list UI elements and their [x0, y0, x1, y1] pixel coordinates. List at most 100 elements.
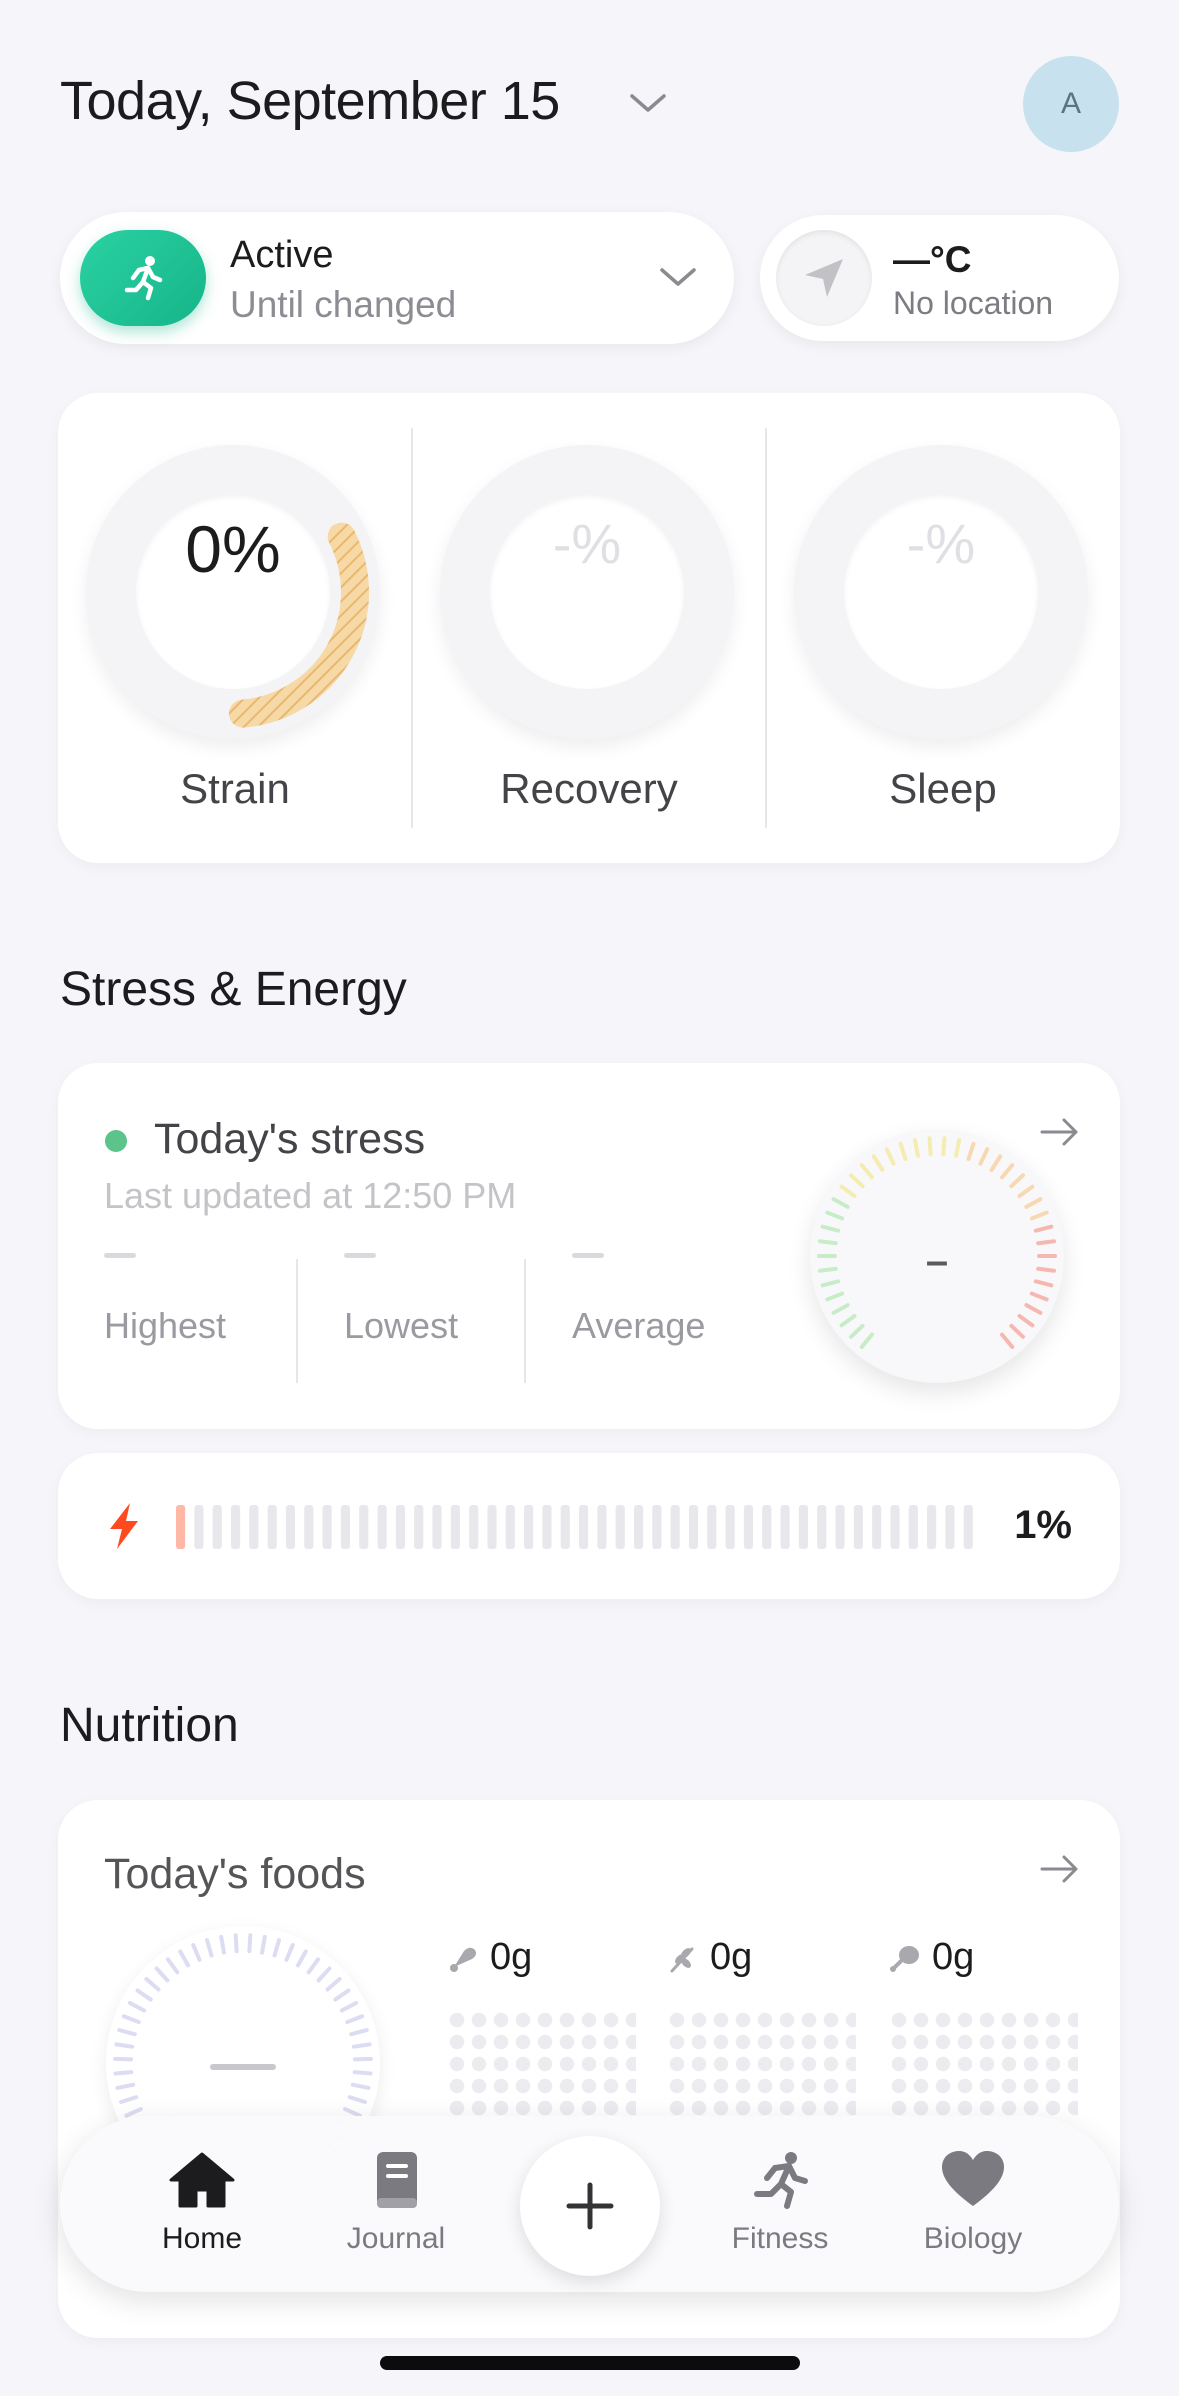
energy-bar: [414, 1505, 424, 1549]
stat-label: Average: [572, 1305, 706, 1346]
page-title[interactable]: Today, September 15: [60, 70, 560, 132]
energy-bar: [707, 1505, 717, 1549]
energy-bar: [835, 1505, 845, 1549]
energy-bar: [395, 1505, 405, 1549]
energy-bar: [579, 1505, 589, 1549]
energy-bar: [652, 1505, 662, 1549]
energy-bar: [267, 1505, 277, 1549]
energy-bar: [212, 1505, 222, 1549]
stat-label: Lowest: [344, 1305, 459, 1346]
sleep-ring: [794, 445, 1088, 739]
carbs-icon: [670, 1947, 694, 1972]
tab-bar: Home Journal Fitness Biology: [60, 2116, 1119, 2292]
location-arrow-icon: [776, 230, 872, 326]
energy-bar: [542, 1505, 552, 1549]
energy-bar: [927, 1505, 937, 1549]
arrow-right-icon[interactable]: [1038, 1852, 1082, 1886]
avatar[interactable]: A: [1023, 56, 1119, 152]
stress-gauge: –: [810, 1129, 1064, 1383]
energy-card[interactable]: 1%: [58, 1453, 1120, 1599]
energy-bar: [945, 1505, 955, 1549]
home-indicator: [380, 2356, 800, 2370]
sleep-score[interactable]: -% Sleep: [766, 393, 1120, 863]
running-icon: [80, 230, 206, 326]
macro-value: 0g: [932, 1936, 975, 1978]
biology-icon: [942, 2151, 1004, 2206]
energy-percent: 1%: [1014, 1503, 1072, 1547]
protein-icon: [450, 1947, 476, 1972]
journal-icon: [377, 2152, 417, 2208]
sleep-label: Sleep: [889, 765, 997, 812]
tab-biology[interactable]: Biology: [893, 2148, 1053, 2256]
macro-fat: 0g: [888, 1936, 1088, 2119]
energy-bar: [194, 1505, 204, 1549]
stress-card[interactable]: Today's stress Last updated at 12:50 PM …: [58, 1063, 1120, 1429]
activity-title: Active: [230, 234, 334, 276]
energy-bar: [322, 1505, 332, 1549]
chevron-down-icon: [660, 268, 696, 286]
tab-fitness[interactable]: Fitness: [700, 2148, 860, 2256]
chevron-down-icon[interactable]: [628, 88, 668, 118]
energy-bar: [176, 1505, 186, 1549]
energy-bar: [780, 1505, 790, 1549]
energy-bar: [890, 1505, 900, 1549]
tab-label: Home: [161, 2222, 243, 2255]
energy-bar: [633, 1505, 644, 1549]
energy-level-bars: [176, 1505, 973, 1549]
fitness-icon: [754, 2152, 808, 2209]
recovery-score[interactable]: -% Recovery: [412, 393, 766, 863]
lightning-icon: [110, 1503, 138, 1549]
energy-bar: [670, 1505, 680, 1549]
fat-icon: [890, 1945, 919, 1972]
recovery-ring: [440, 445, 734, 739]
energy-bar: [505, 1505, 515, 1549]
activity-selector[interactable]: Active Until changed: [60, 212, 734, 344]
recovery-label: Recovery: [500, 765, 678, 812]
plus-icon: [566, 2182, 614, 2230]
energy-bar: [817, 1505, 827, 1549]
energy-bar: [249, 1505, 259, 1549]
tab-label: Biology: [923, 2222, 1023, 2255]
energy-bar: [762, 1505, 772, 1549]
energy-bar: [487, 1505, 497, 1549]
energy-bar: [340, 1505, 351, 1549]
tab-label: Journal: [346, 2222, 446, 2255]
sleep-value: -%: [906, 512, 976, 575]
energy-bar: [853, 1505, 863, 1549]
strain-score[interactable]: 0% Strain: [58, 393, 412, 863]
macro-carbs: 0g: [666, 1936, 866, 2119]
weather-temperature: —°C: [893, 239, 972, 280]
energy-bar: [688, 1505, 699, 1549]
energy-bar: [597, 1505, 607, 1549]
energy-bar: [743, 1505, 754, 1549]
tab-label: Fitness: [731, 2222, 829, 2255]
weather-location: No location: [893, 285, 1054, 321]
strain-value: 0%: [185, 512, 281, 586]
section-title-nutrition: Nutrition: [60, 1699, 239, 1752]
status-dot: [105, 1130, 127, 1152]
stress-updated: Last updated at 12:50 PM: [104, 1175, 517, 1216]
stat-label: Highest: [104, 1305, 227, 1346]
energy-bar: [908, 1505, 918, 1549]
macro-value: 0g: [490, 1936, 533, 1978]
energy-bar: [450, 1505, 460, 1549]
energy-bar: [798, 1505, 808, 1549]
energy-bar: [524, 1505, 534, 1549]
energy-bar: [230, 1505, 241, 1549]
stress-gauge-value: –: [925, 1239, 949, 1283]
tab-journal[interactable]: Journal: [316, 2148, 476, 2256]
add-button[interactable]: [520, 2136, 660, 2276]
strain-ring: [86, 445, 380, 739]
macro-value: 0g: [710, 1936, 753, 1978]
recovery-value: -%: [552, 512, 622, 575]
section-title-stress-energy: Stress & Energy: [60, 963, 407, 1016]
energy-bar: [615, 1505, 625, 1549]
energy-bar: [285, 1505, 296, 1549]
energy-bar: [872, 1505, 882, 1549]
stress-title: Today's stress: [154, 1115, 426, 1163]
energy-bar: [377, 1505, 387, 1549]
tab-home[interactable]: Home: [122, 2148, 282, 2256]
macro-protein: 0g: [446, 1936, 646, 2119]
weather-widget[interactable]: —°C No location: [760, 215, 1119, 341]
energy-bar: [304, 1505, 314, 1549]
